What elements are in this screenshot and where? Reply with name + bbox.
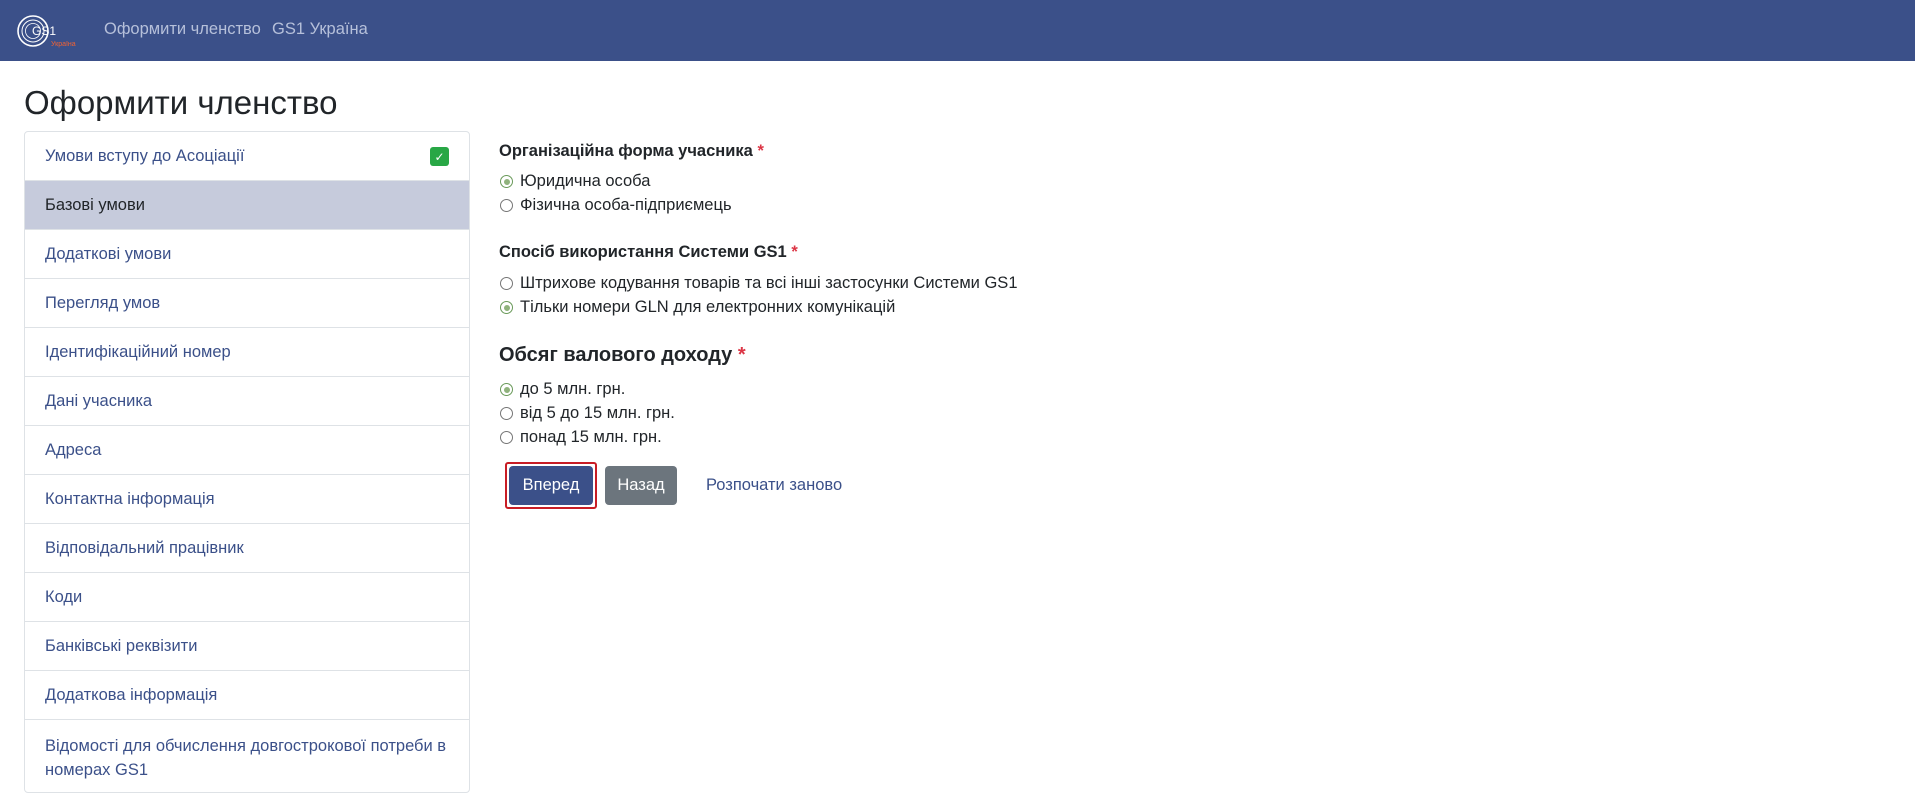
- radio-label: від 5 до 15 млн. грн.: [520, 404, 675, 422]
- org-form-label: Організаційна форма учасника *: [499, 142, 764, 161]
- step-label: Відомості для обчислення довгострокової …: [45, 737, 447, 779]
- required-mark: *: [791, 243, 798, 261]
- step-bank-details[interactable]: Банківські реквізити: [25, 622, 469, 671]
- step-association-terms[interactable]: Умови вступу до Асоціації ✓: [25, 132, 469, 181]
- step-label: Ідентифікаційний номер: [45, 342, 231, 361]
- back-button[interactable]: Назад: [605, 466, 677, 505]
- step-responsible-employee[interactable]: Відповідальний працівник: [25, 524, 469, 573]
- step-label: Базові умови: [45, 195, 145, 214]
- income-label-text: Обсяг валового доходу: [499, 344, 733, 366]
- radio-label: Фізична особа-підприємець: [520, 196, 732, 214]
- radio-button[interactable]: [500, 199, 513, 212]
- step-basic-terms[interactable]: Базові умови: [25, 181, 469, 230]
- step-label: Додаткові умови: [45, 244, 172, 263]
- restart-link[interactable]: Розпочати заново: [706, 476, 842, 495]
- gs1-logo[interactable]: GS1 Україна: [17, 11, 83, 51]
- radio-income-under-5[interactable]: до 5 млн. грн.: [500, 380, 625, 399]
- step-label: Банківські реквізити: [45, 636, 198, 655]
- radio-button[interactable]: [500, 431, 513, 444]
- required-mark: *: [757, 142, 764, 160]
- nav-link-membership[interactable]: Оформити членство: [104, 20, 261, 39]
- radio-button[interactable]: [500, 407, 513, 420]
- step-id-number[interactable]: Ідентифікаційний номер: [25, 328, 469, 377]
- logo-subtext: Україна: [51, 41, 76, 48]
- radio-gln-only[interactable]: Тільки номери GLN для електронних комуні…: [500, 298, 895, 317]
- step-label: Перегляд умов: [45, 293, 161, 312]
- step-gs1-needs[interactable]: Відомості для обчислення довгострокової …: [25, 720, 469, 792]
- radio-label: Тільки номери GLN для електронних комуні…: [520, 298, 896, 316]
- radio-barcoding[interactable]: Штрихове кодування товарів та всі інші з…: [500, 274, 1018, 293]
- radio-label: Юридична особа: [520, 172, 651, 190]
- step-additional-info[interactable]: Додаткова інформація: [25, 671, 469, 720]
- step-review-terms[interactable]: Перегляд умов: [25, 279, 469, 328]
- radio-income-5-15[interactable]: від 5 до 15 млн. грн.: [500, 404, 675, 423]
- step-label: Додаткова інформація: [45, 685, 218, 704]
- radio-label: до 5 млн. грн.: [520, 380, 626, 398]
- check-icon: ✓: [430, 147, 449, 166]
- radio-button[interactable]: [500, 383, 513, 396]
- step-contact-info[interactable]: Контактна інформація: [25, 475, 469, 524]
- page-title: Оформити членство: [24, 84, 338, 121]
- step-label: Дані учасника: [45, 391, 153, 410]
- radio-button[interactable]: [500, 175, 513, 188]
- org-form-label-text: Організаційна форма учасника: [499, 142, 753, 160]
- step-label: Відповідальний працівник: [45, 538, 244, 557]
- navbar: GS1 Україна Оформити членство GS1 Україн…: [0, 0, 1915, 61]
- radio-income-over-15[interactable]: понад 15 млн. грн.: [500, 428, 662, 447]
- step-label: Адреса: [45, 440, 102, 459]
- radio-individual-entrepreneur[interactable]: Фізична особа-підприємець: [500, 196, 732, 215]
- income-label: Обсяг валового доходу *: [499, 344, 746, 367]
- step-label: Контактна інформація: [45, 489, 215, 508]
- required-mark: *: [737, 344, 746, 366]
- step-additional-terms[interactable]: Додаткові умови: [25, 230, 469, 279]
- radio-button[interactable]: [500, 277, 513, 290]
- next-button[interactable]: Вперед: [509, 466, 593, 505]
- step-address[interactable]: Адреса: [25, 426, 469, 475]
- logo-text: GS1: [32, 24, 56, 38]
- radio-legal-entity[interactable]: Юридична особа: [500, 172, 650, 191]
- step-label: Умови вступу до Асоціації: [45, 146, 245, 165]
- step-member-data[interactable]: Дані учасника: [25, 377, 469, 426]
- usage-label-text: Спосіб використання Системи GS1: [499, 243, 787, 261]
- radio-label: понад 15 млн. грн.: [520, 428, 662, 446]
- usage-label: Спосіб використання Системи GS1 *: [499, 243, 798, 262]
- radio-label: Штрихове кодування товарів та всі інші з…: [520, 274, 1018, 292]
- nav-link-gs1-ukraine[interactable]: GS1 Україна: [272, 20, 368, 39]
- step-codes[interactable]: Коди: [25, 573, 469, 622]
- radio-button[interactable]: [500, 301, 513, 314]
- steps-sidebar: Умови вступу до Асоціації ✓ Базові умови…: [24, 131, 470, 793]
- step-label: Коди: [45, 587, 83, 606]
